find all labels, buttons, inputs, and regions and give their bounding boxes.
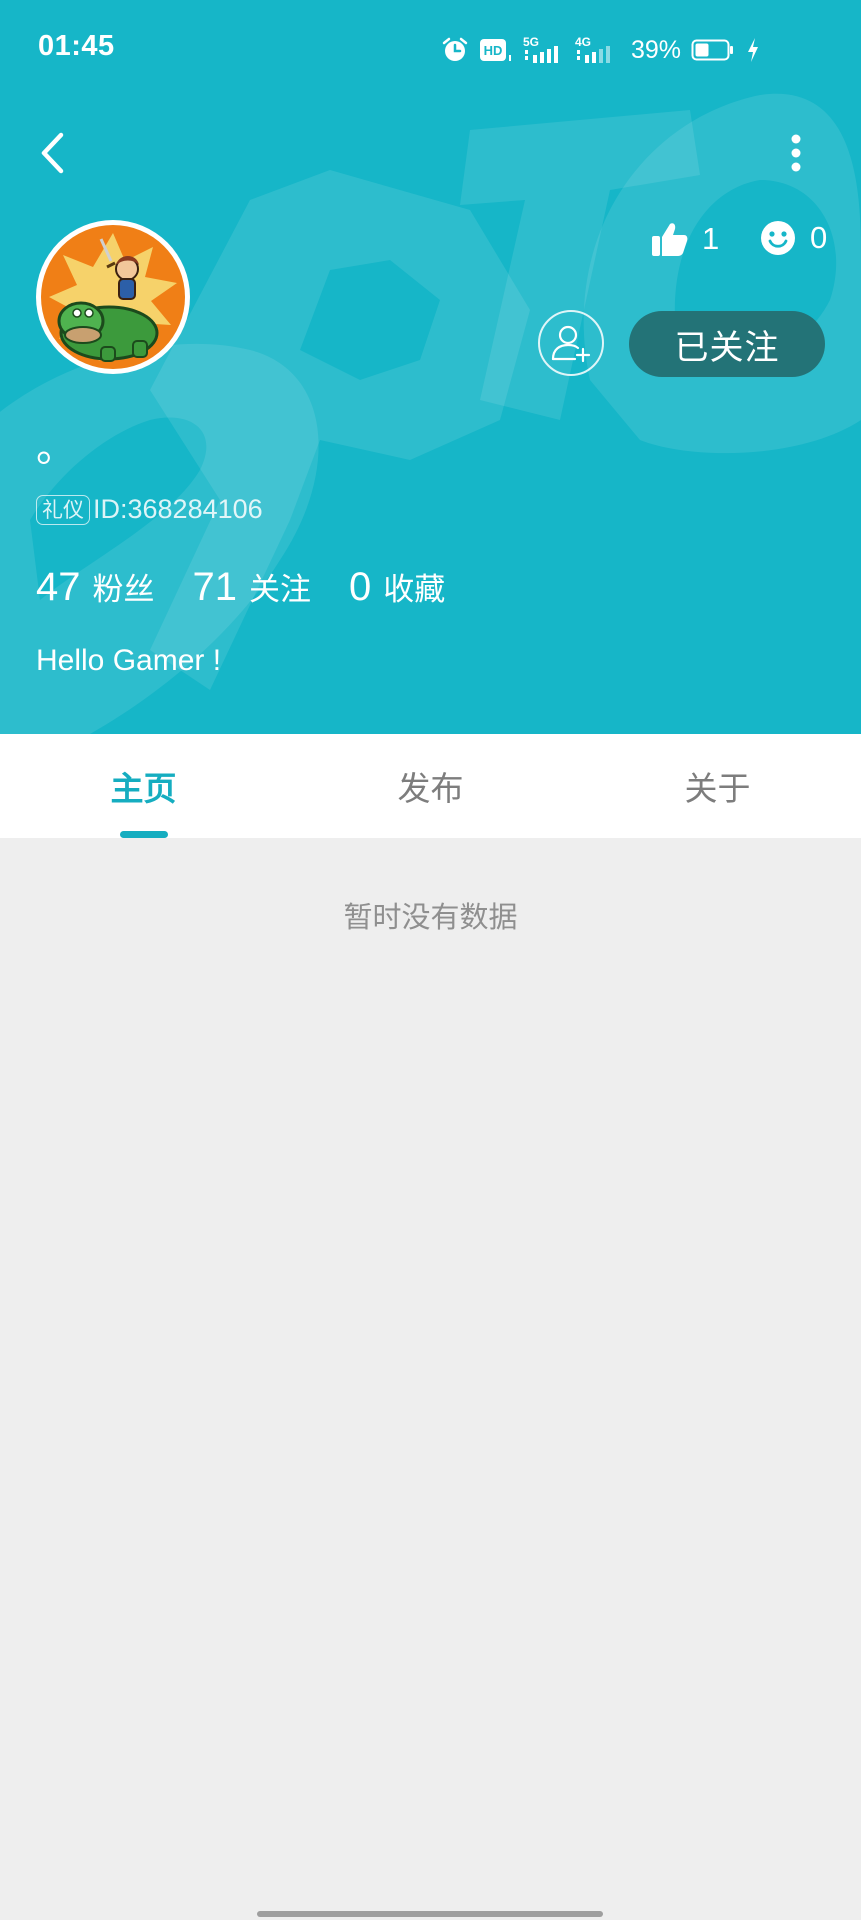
hd-icon: HD — [479, 39, 511, 61]
favorites-label[interactable]: 收藏 — [383, 564, 445, 609]
tab-posts[interactable]: 发布 — [287, 734, 574, 838]
signal-5g-icon: 5G — [523, 35, 558, 63]
empty-state-text: 暂时没有数据 — [343, 900, 518, 934]
chevron-left-icon — [41, 132, 64, 174]
following-count[interactable]: 71 — [193, 565, 238, 610]
signal-4g-icon: 4G — [575, 35, 610, 63]
more-vertical-icon — [791, 134, 801, 172]
thumbs-up-icon — [652, 223, 688, 256]
charging-icon — [748, 38, 758, 62]
avatar-image — [41, 225, 185, 369]
profile-header: 01:45 HD 5G 4G 39% 1 0 已关注 。 礼仪 ID:36828… — [0, 0, 861, 734]
add-friend-button[interactable] — [538, 310, 604, 376]
home-indicator[interactable] — [257, 1911, 603, 1917]
tab-posts-label: 发布 — [397, 769, 464, 808]
active-tab-indicator — [119, 831, 168, 838]
back-button[interactable] — [30, 125, 74, 181]
add-user-icon — [551, 325, 591, 363]
hd-label: HD — [484, 43, 503, 58]
reactions-count: 0 — [810, 220, 828, 255]
status-time: 01:45 — [38, 30, 115, 62]
user-bio: Hello Gamer ! — [36, 644, 222, 677]
fans-count[interactable]: 47 — [36, 565, 81, 610]
battery-percent: 39% — [630, 35, 681, 64]
battery-icon — [691, 39, 733, 61]
profile-tabs: 主页 发布 关于 — [0, 734, 861, 838]
alarm-icon — [442, 37, 468, 61]
tab-about-label: 关于 — [684, 769, 751, 808]
avatar[interactable] — [36, 220, 190, 374]
more-options-button[interactable] — [776, 126, 816, 180]
following-label[interactable]: 关注 — [249, 564, 311, 609]
user-id: ID:368284106 — [93, 494, 263, 524]
likes-stat[interactable]: 1 — [650, 220, 719, 258]
status-icons: HD 5G 4G 39% — [441, 32, 761, 68]
profile-counts: 47 粉丝 71 关注 0 收藏 — [36, 564, 483, 610]
nickname: 。 — [36, 425, 76, 471]
favorites-count[interactable]: 0 — [349, 565, 371, 610]
etiquette-badge: 礼仪 — [36, 494, 90, 525]
tab-home[interactable]: 主页 — [0, 734, 287, 838]
smiley-icon — [761, 221, 795, 255]
user-id-row: 礼仪 ID:368284106 — [36, 494, 263, 525]
net1-label: 5G — [523, 35, 539, 49]
reactions-stat[interactable]: 0 — [760, 220, 827, 256]
tab-home-label: 主页 — [110, 769, 177, 808]
likes-count: 1 — [702, 221, 720, 256]
net2-label: 4G — [575, 35, 591, 49]
tab-about[interactable]: 关于 — [574, 734, 861, 838]
followed-button[interactable]: 已关注 — [629, 311, 825, 377]
fans-label[interactable]: 粉丝 — [93, 564, 155, 609]
status-bar: 01:45 HD 5G 4G 39% — [0, 0, 861, 100]
